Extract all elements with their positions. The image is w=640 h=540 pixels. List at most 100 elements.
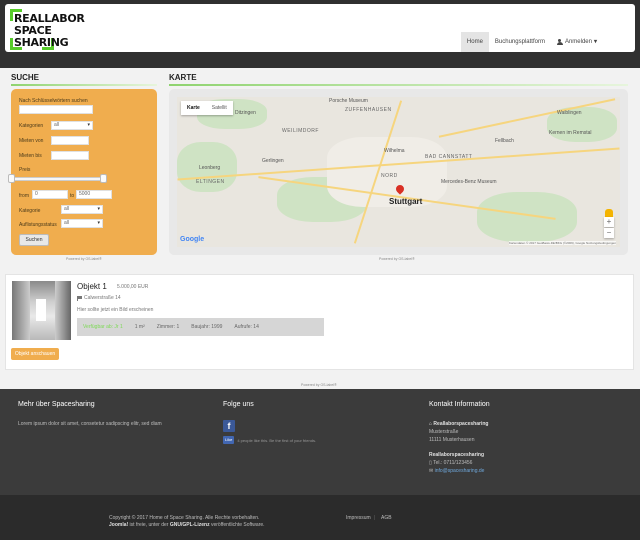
facebook-like: Like 4 people like this. Be the first of…	[223, 436, 316, 444]
search-title-rule	[11, 84, 157, 86]
result-card: Objekt 1 5.000,00 EUR Calwerstraße 14 Hi…	[5, 274, 634, 370]
contact-street: Musterstraße	[429, 429, 459, 435]
object-address: Calwerstraße 14	[77, 295, 121, 301]
map-label: Waiblingen	[557, 110, 582, 116]
map-powered-by: Powered by OS-label®	[379, 257, 415, 261]
rent-to-input[interactable]	[51, 151, 89, 160]
main-nav: Home Buchungsplattform Anmelden ▾	[460, 32, 603, 52]
footer-contact-title: Kontakt Information	[429, 401, 490, 408]
object-meta-bar: Verfügbar ab: Jr 1 1 m² Zimmer: 1 Baujah…	[77, 318, 324, 336]
map-label: Wilhelma	[384, 148, 405, 154]
bottom-bar: Copyright © 2017 Home of Space Sharing. …	[0, 495, 640, 540]
category-select[interactable]: all	[51, 121, 93, 130]
object-title[interactable]: Objekt 1	[77, 282, 107, 291]
map-label: Gerlingen	[262, 158, 284, 164]
listing-status-label: Auflistungsstatus	[19, 222, 57, 228]
keyword-input[interactable]	[19, 105, 93, 114]
rent-to-label: Mieten bis	[19, 153, 42, 159]
map-label: Leonberg	[199, 165, 221, 171]
contact-email: ✉ info@spacesharing.de	[429, 468, 485, 474]
nav-home[interactable]: Home	[460, 32, 489, 52]
flag-icon	[77, 295, 82, 301]
search-button[interactable]: Suchen	[19, 234, 49, 246]
user-icon	[556, 38, 563, 46]
map-title-rule	[169, 84, 628, 86]
object-thumbnail[interactable]	[12, 281, 71, 340]
result-powered-by: Powered by OS-label®	[301, 383, 337, 387]
map-attribution[interactable]: Kartendaten © 2017 GeoBasis-DE/BKG (©200…	[509, 241, 616, 245]
logo-line: SHARING	[14, 36, 69, 49]
footer-link-impressum[interactable]: Impressum	[346, 515, 371, 521]
map-label: ZUFFENHAUSEN	[345, 107, 392, 113]
price-to-input[interactable]: 5000	[76, 190, 112, 199]
price-from-label: from	[19, 193, 29, 199]
object-rooms: Zimmer: 1	[156, 324, 180, 330]
map-label: BAD CANNSTATT	[425, 154, 473, 160]
kategorie-label: Kategorie	[19, 208, 41, 214]
map-label: Mercedes-Benz Museum	[441, 179, 497, 185]
google-map[interactable]: Karte Satellit Porsche Museum ZUFFENHAUS…	[177, 97, 620, 247]
price-label: Preis	[19, 167, 31, 173]
search-panel: Nach Schlüsselwörtern suchen Kategorien …	[11, 89, 157, 255]
price-slider-min-handle[interactable]	[8, 174, 15, 183]
price-from-input[interactable]: 0	[32, 190, 68, 199]
rent-from-input[interactable]	[51, 136, 89, 145]
category-label: Kategorien	[19, 123, 44, 129]
price-slider-max-handle[interactable]	[100, 174, 107, 183]
map-title: KARTE	[169, 73, 197, 82]
map-type-toggle: Karte Satellit	[181, 101, 233, 115]
view-object-button[interactable]: Objekt anschauen	[11, 348, 59, 360]
map-label: Ditzingen	[235, 110, 256, 116]
joomla-notice: Joomla! ist freie, unter der GNU/GPL-Liz…	[109, 522, 265, 528]
site-header: REALLABOR SPACE SHARING Home Buchungspla…	[5, 4, 635, 52]
facebook-like-button[interactable]: Like	[223, 436, 235, 444]
search-powered-by: Powered by OS-label®	[66, 257, 102, 261]
keyword-label: Nach Schlüsselwörtern suchen	[19, 98, 88, 104]
chevron-down-icon: ▾	[593, 39, 597, 45]
map-label: NORD	[381, 173, 398, 179]
rent-from-label: Mieten von	[19, 138, 44, 144]
logo-line: SPACE	[14, 24, 52, 37]
site-logo[interactable]: REALLABOR SPACE SHARING	[6, 5, 86, 54]
contact-email-link[interactable]: info@spacesharing.de	[435, 468, 485, 474]
map-label: Fellbach	[495, 138, 514, 144]
facebook-icon[interactable]: f	[223, 420, 235, 432]
map-label-city: Stuttgart	[389, 197, 423, 206]
footer-about-title: Mehr über Spacesharing	[18, 401, 95, 408]
gpl-link[interactable]: GNU/GPL-Lizenz	[170, 522, 210, 528]
object-views: Aufrufe: 14	[234, 324, 259, 330]
footer-about-text: Lorem ipsum dolor sit amet, consetetur s…	[18, 421, 162, 427]
map-label: Porsche Museum	[329, 98, 368, 104]
copyright-text: Copyright © 2017 Home of Space Sharing. …	[109, 515, 260, 521]
zoom-out-button[interactable]: −	[604, 228, 614, 238]
map-label: WEILIMDORF	[282, 128, 319, 134]
login-label: Anmelden	[564, 39, 592, 45]
facebook-like-text: 4 people like this. Be the first of your…	[237, 437, 317, 443]
object-description: Hier sollte jetzt ein Bild erscheinen	[77, 307, 154, 313]
nav-booking-platform[interactable]: Buchungsplattform	[489, 32, 551, 52]
kategorie-select[interactable]: all	[61, 205, 103, 214]
joomla-link[interactable]: Joomla!	[109, 522, 128, 528]
joomla-text: ist freie, unter der	[128, 522, 170, 528]
zoom-in-button[interactable]: +	[604, 217, 614, 227]
map-panel: Karte Satellit Porsche Museum ZUFFENHAUS…	[169, 89, 628, 255]
object-year: Baujahr: 1999	[191, 324, 223, 330]
contact-name-text: Reallaborspacesharing	[433, 421, 489, 427]
map-forest	[477, 192, 577, 242]
object-availability: Verfügbar ab: Jr 1	[83, 324, 123, 330]
search-title: SUCHE	[11, 73, 40, 82]
map-type-map[interactable]: Karte	[181, 101, 206, 115]
nav-login[interactable]: Anmelden ▾	[551, 32, 603, 52]
object-price: 5.000,00 EUR	[117, 284, 149, 290]
map-label: ELTINGEN	[196, 179, 225, 185]
price-to-label: to	[70, 193, 75, 199]
footer-link-agb[interactable]: AGB	[381, 515, 392, 521]
thumb-wall	[55, 281, 71, 340]
listing-status-select[interactable]: all	[61, 219, 103, 228]
price-slider[interactable]	[8, 177, 106, 181]
thumb-door	[36, 299, 46, 321]
map-type-satellite[interactable]: Satellit	[206, 101, 233, 115]
object-size: 1 m²	[134, 324, 145, 330]
map-marker-icon[interactable]	[396, 185, 404, 195]
footer-follow-title: Folge uns	[223, 401, 254, 408]
